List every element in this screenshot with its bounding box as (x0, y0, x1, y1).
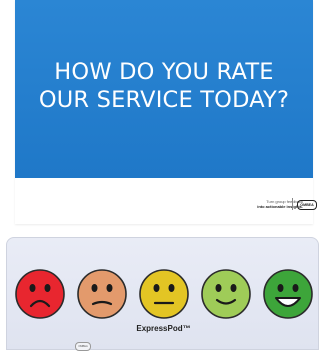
neutral-face-button[interactable] (139, 269, 189, 319)
rating-sign: HOW DO YOU RATE OUR SERVICE TODAY? Turn … (15, 0, 313, 224)
tagline-line-2: into actionable insights. (257, 204, 303, 209)
unhappy-face-button[interactable] (77, 269, 127, 319)
grin-face-icon (263, 269, 313, 319)
headline-line-1: HOW DO YOU RATE (54, 59, 274, 85)
slight-frown-face-icon (77, 269, 127, 319)
very-happy-face-button[interactable] (263, 269, 313, 319)
headline-panel: HOW DO YOU RATE OUR SERVICE TODAY? (15, 0, 313, 178)
left-eye (277, 284, 284, 292)
tagline-divider (292, 198, 293, 210)
left-eye (153, 284, 160, 292)
happy-face-button[interactable] (201, 269, 251, 319)
neutral-face-icon (139, 269, 189, 319)
right-eye (168, 284, 175, 292)
face-buttons (15, 269, 313, 319)
left-eye (91, 284, 98, 292)
left-eye (215, 284, 222, 292)
tagline: Turn group feedback into actionable insi… (211, 199, 303, 209)
right-eye (230, 284, 237, 292)
headline: HOW DO YOU RATE OUR SERVICE TODAY? (15, 58, 313, 114)
device-name: ExpressPod™ (136, 324, 191, 333)
right-eye (292, 284, 299, 292)
right-eye (106, 284, 113, 292)
smile-face-icon (201, 269, 251, 319)
frown-face-icon (15, 269, 65, 319)
very-unhappy-face-button[interactable] (15, 269, 65, 319)
brand-logo: OMBEA (297, 200, 317, 210)
left-eye (29, 284, 36, 292)
right-eye (44, 284, 51, 292)
feedback-device: ExpressPod™ OMBEA (6, 237, 319, 351)
headline-line-2: OUR SERVICE TODAY? (38, 87, 290, 113)
